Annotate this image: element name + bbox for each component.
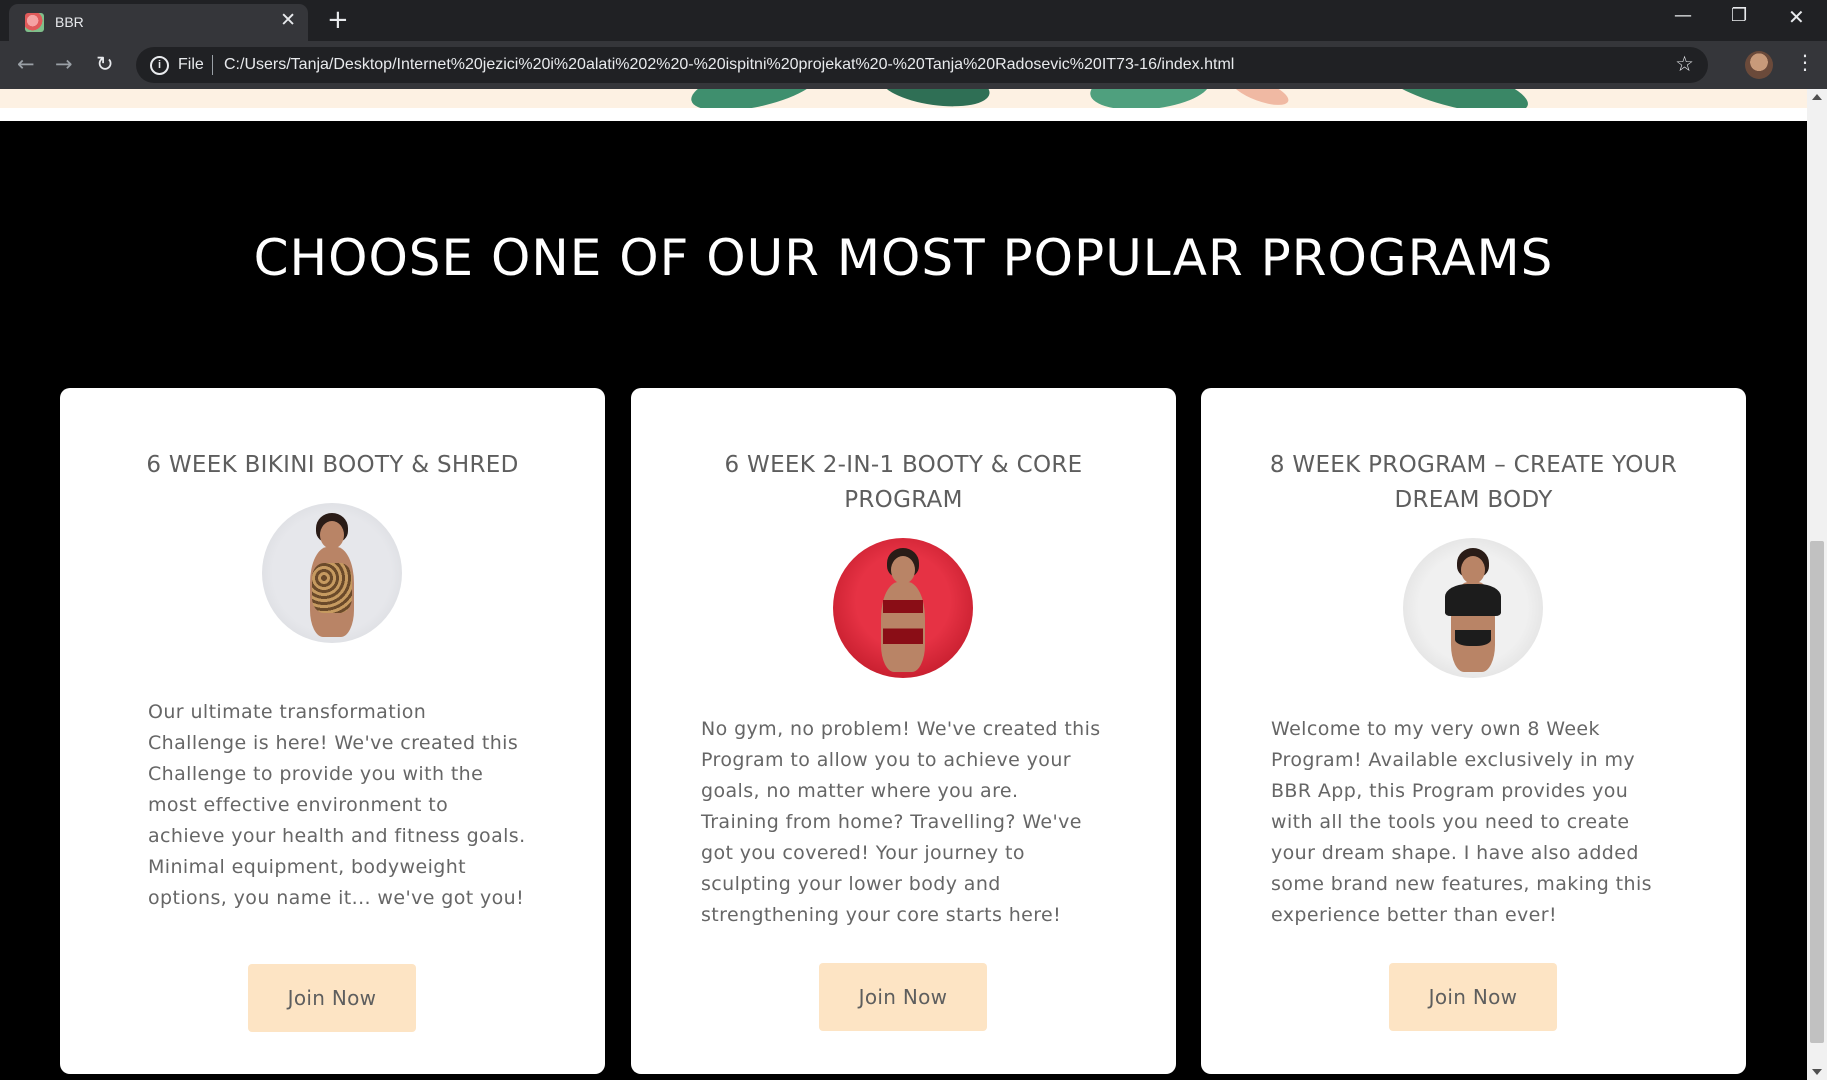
url-scheme: File xyxy=(178,56,204,73)
address-bar[interactable]: i File C:/Users/Tanja/Desktop/Internet%2… xyxy=(136,47,1708,83)
back-icon[interactable]: ← xyxy=(17,52,35,76)
program-description: No gym, no problem! We've created this P… xyxy=(701,718,1101,926)
program-title: 8 WEEK PROGRAM – CREATE YOUR DREAM BODY xyxy=(1269,452,1678,513)
join-now-button[interactable]: Join Now xyxy=(819,963,987,1031)
tab-title: BBR xyxy=(55,14,84,30)
new-tab-icon[interactable]: + xyxy=(327,5,349,35)
scroll-down-icon[interactable] xyxy=(1812,1069,1822,1075)
section-title: CHOOSE ONE OF OUR MOST POPULAR PROGRAMS xyxy=(253,229,1554,287)
program-description: Our ultimate transformation Challenge is… xyxy=(148,701,526,909)
page-viewport: CHOOSE ONE OF OUR MOST POPULAR PROGRAMS … xyxy=(0,89,1807,1080)
program-card: 6 WEEK BIKINI BOOTY & SHRED Our ultimate… xyxy=(60,388,605,1074)
program-photo xyxy=(833,538,973,678)
program-card: 8 WEEK PROGRAM – CREATE YOUR DREAM BODY … xyxy=(1201,388,1746,1074)
browser-tab-bar: BBR ✕ + — ❐ ✕ xyxy=(0,0,1827,41)
info-icon[interactable]: i xyxy=(150,56,169,75)
favicon-icon xyxy=(25,13,44,32)
section-divider xyxy=(0,108,1807,121)
join-now-button[interactable]: Join Now xyxy=(1389,963,1557,1031)
vertical-scrollbar[interactable] xyxy=(1807,89,1827,1080)
close-window-icon[interactable]: ✕ xyxy=(1788,5,1805,29)
close-tab-icon[interactable]: ✕ xyxy=(280,11,296,30)
minimize-icon[interactable]: — xyxy=(1674,5,1692,26)
program-card: 6 WEEK 2-IN-1 BOOTY & CORE PROGRAM No gy… xyxy=(631,388,1176,1074)
profile-avatar[interactable] xyxy=(1745,51,1773,79)
browser-toolbar: ← → ↻ i File C:/Users/Tanja/Desktop/Inte… xyxy=(0,41,1827,89)
reload-icon[interactable]: ↻ xyxy=(96,52,114,76)
program-description: Welcome to my very own 8 Week Program! A… xyxy=(1271,718,1652,926)
leaf-decoration xyxy=(1228,89,1292,108)
restore-icon[interactable]: ❐ xyxy=(1731,5,1747,26)
hero-image-bottom xyxy=(0,89,1807,108)
browser-tab[interactable]: BBR ✕ xyxy=(9,4,308,41)
menu-icon[interactable]: ⋮ xyxy=(1795,50,1815,74)
join-now-button[interactable]: Join Now xyxy=(248,964,416,1032)
scrollbar-thumb[interactable] xyxy=(1810,541,1824,1043)
program-photo xyxy=(1403,538,1543,678)
url-text[interactable]: C:/Users/Tanja/Desktop/Internet%20jezici… xyxy=(224,56,1234,74)
program-title: 6 WEEK 2-IN-1 BOOTY & CORE PROGRAM xyxy=(724,452,1083,513)
bookmark-star-icon[interactable]: ☆ xyxy=(1675,52,1694,76)
leaf-decoration xyxy=(1377,89,1533,108)
scroll-up-icon[interactable] xyxy=(1812,94,1822,100)
leaf-decoration xyxy=(687,89,823,108)
forward-icon[interactable]: → xyxy=(55,52,73,76)
leaf-decoration xyxy=(1088,89,1212,108)
program-title: 6 WEEK BIKINI BOOTY & SHRED xyxy=(146,452,519,478)
program-photo xyxy=(262,503,402,643)
leaf-decoration xyxy=(877,89,993,108)
url-separator xyxy=(212,55,213,75)
